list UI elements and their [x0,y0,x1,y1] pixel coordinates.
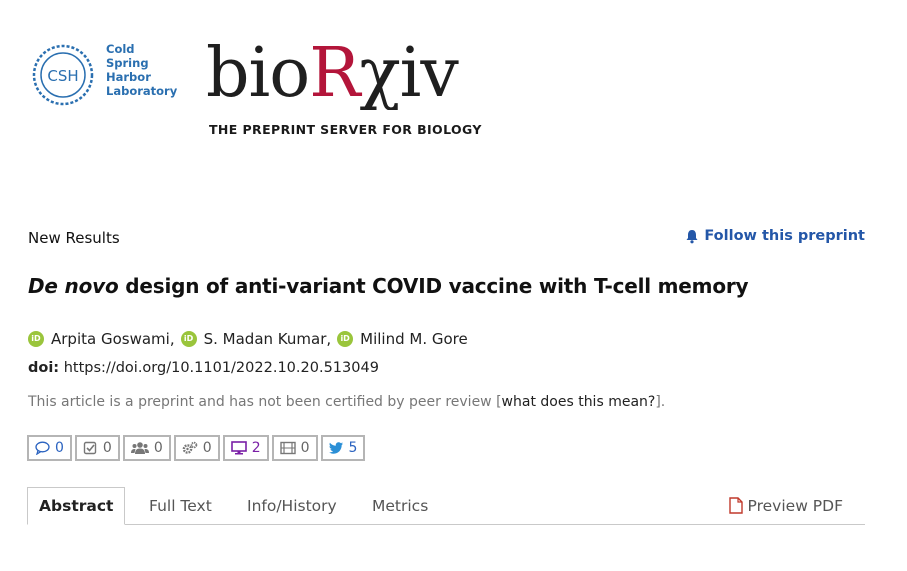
logo-xiv: χiv [359,34,459,110]
twitter-icon [328,442,343,454]
article-title: De novo design of anti-variant COVID vac… [28,274,749,298]
doi-link[interactable]: https://doi.org/10.1101/2022.10.20.51304… [64,360,379,376]
author-item: iD S. Madan Kumar, [180,330,338,348]
preview-pdf-link[interactable]: Preview PDF [728,487,843,524]
automated-services-counter[interactable]: 0 [173,435,220,461]
author-item: iD Milind M. Gore [337,330,468,348]
article-tabs: Abstract Full Text Info/History Metrics … [27,487,865,525]
csh-line: Cold [106,42,135,56]
media-counter[interactable]: 2 [222,435,269,461]
csh-wordmark: Cold Spring Harbor Laboratory [106,42,177,98]
reviews-counter[interactable]: 0 [74,435,120,461]
logo-r: R [309,34,362,110]
orcid-icon[interactable]: iD [28,331,44,347]
doi-label: doi: [28,360,60,376]
tab-metrics[interactable]: Metrics [372,487,428,524]
counter-bar: 0 0 0 0 2 0 5 [27,435,366,461]
csh-line: Harbor [106,70,151,84]
counter-value: 0 [102,440,112,456]
counter-value: 0 [300,440,310,456]
gears-icon [182,441,198,454]
comment-icon [35,441,50,455]
comments-counter[interactable]: 0 [27,435,72,461]
video-counter[interactable]: 0 [271,435,318,461]
disclaimer-text: This article is a preprint and has not b… [28,394,502,410]
article-type: New Results [28,229,120,247]
tab-info-history[interactable]: Info/History [247,487,337,524]
title-rest: design of anti-variant COVID vaccine wit… [118,274,749,298]
what-does-this-mean-link[interactable]: what does this mean? [502,394,656,410]
csh-line: Spring [106,56,149,70]
follow-label: Follow this preprint [704,228,865,244]
bell-icon [686,229,698,243]
tagline: THE PREPRINT SERVER FOR BIOLOGY [209,122,482,137]
users-icon [130,442,149,454]
author-separator: , [326,330,332,348]
author-list: iD Arpita Goswami, iD S. Madan Kumar, iD… [28,330,468,348]
tab-abstract[interactable]: Abstract [27,487,126,525]
author-name[interactable]: Milind M. Gore [360,330,468,348]
counter-value: 2 [251,440,261,456]
biorxiv-logo[interactable]: bioRχiv [206,30,496,113]
pdf-file-icon [728,497,743,514]
twitter-counter[interactable]: 5 [320,435,366,461]
follow-preprint-link[interactable]: Follow this preprint [685,228,865,244]
preprint-disclaimer: This article is a preprint and has not b… [28,394,665,410]
film-icon [279,441,296,455]
author-separator: , [169,330,175,348]
check-square-icon [83,441,97,455]
doi-line: doi: https://doi.org/10.1101/2022.10.20.… [28,360,379,376]
counter-value: 0 [153,440,163,456]
disclaimer-end: ]. [655,394,666,410]
preview-pdf-label: Preview PDF [747,496,843,515]
counter-value: 0 [55,440,64,456]
title-italic: De novo [28,274,119,298]
author-item: iD Arpita Goswami, [28,330,181,348]
tab-full-text[interactable]: Full Text [149,487,212,524]
author-name[interactable]: S. Madan Kumar [204,330,327,348]
svg-text:bioRχiv: bioRχiv [206,34,459,110]
csh-helix-icon: CSH [32,44,94,106]
community-counter[interactable]: 0 [122,435,171,461]
logo-bio: bio [206,34,309,110]
monitor-icon [230,441,247,455]
counter-value: 0 [202,440,212,456]
orcid-icon[interactable]: iD [337,331,354,347]
author-name[interactable]: Arpita Goswami [51,330,170,348]
csh-monogram: CSH [47,67,78,85]
orcid-icon[interactable]: iD [180,331,197,347]
csh-line: Laboratory [106,84,178,98]
counter-value: 5 [348,440,358,456]
